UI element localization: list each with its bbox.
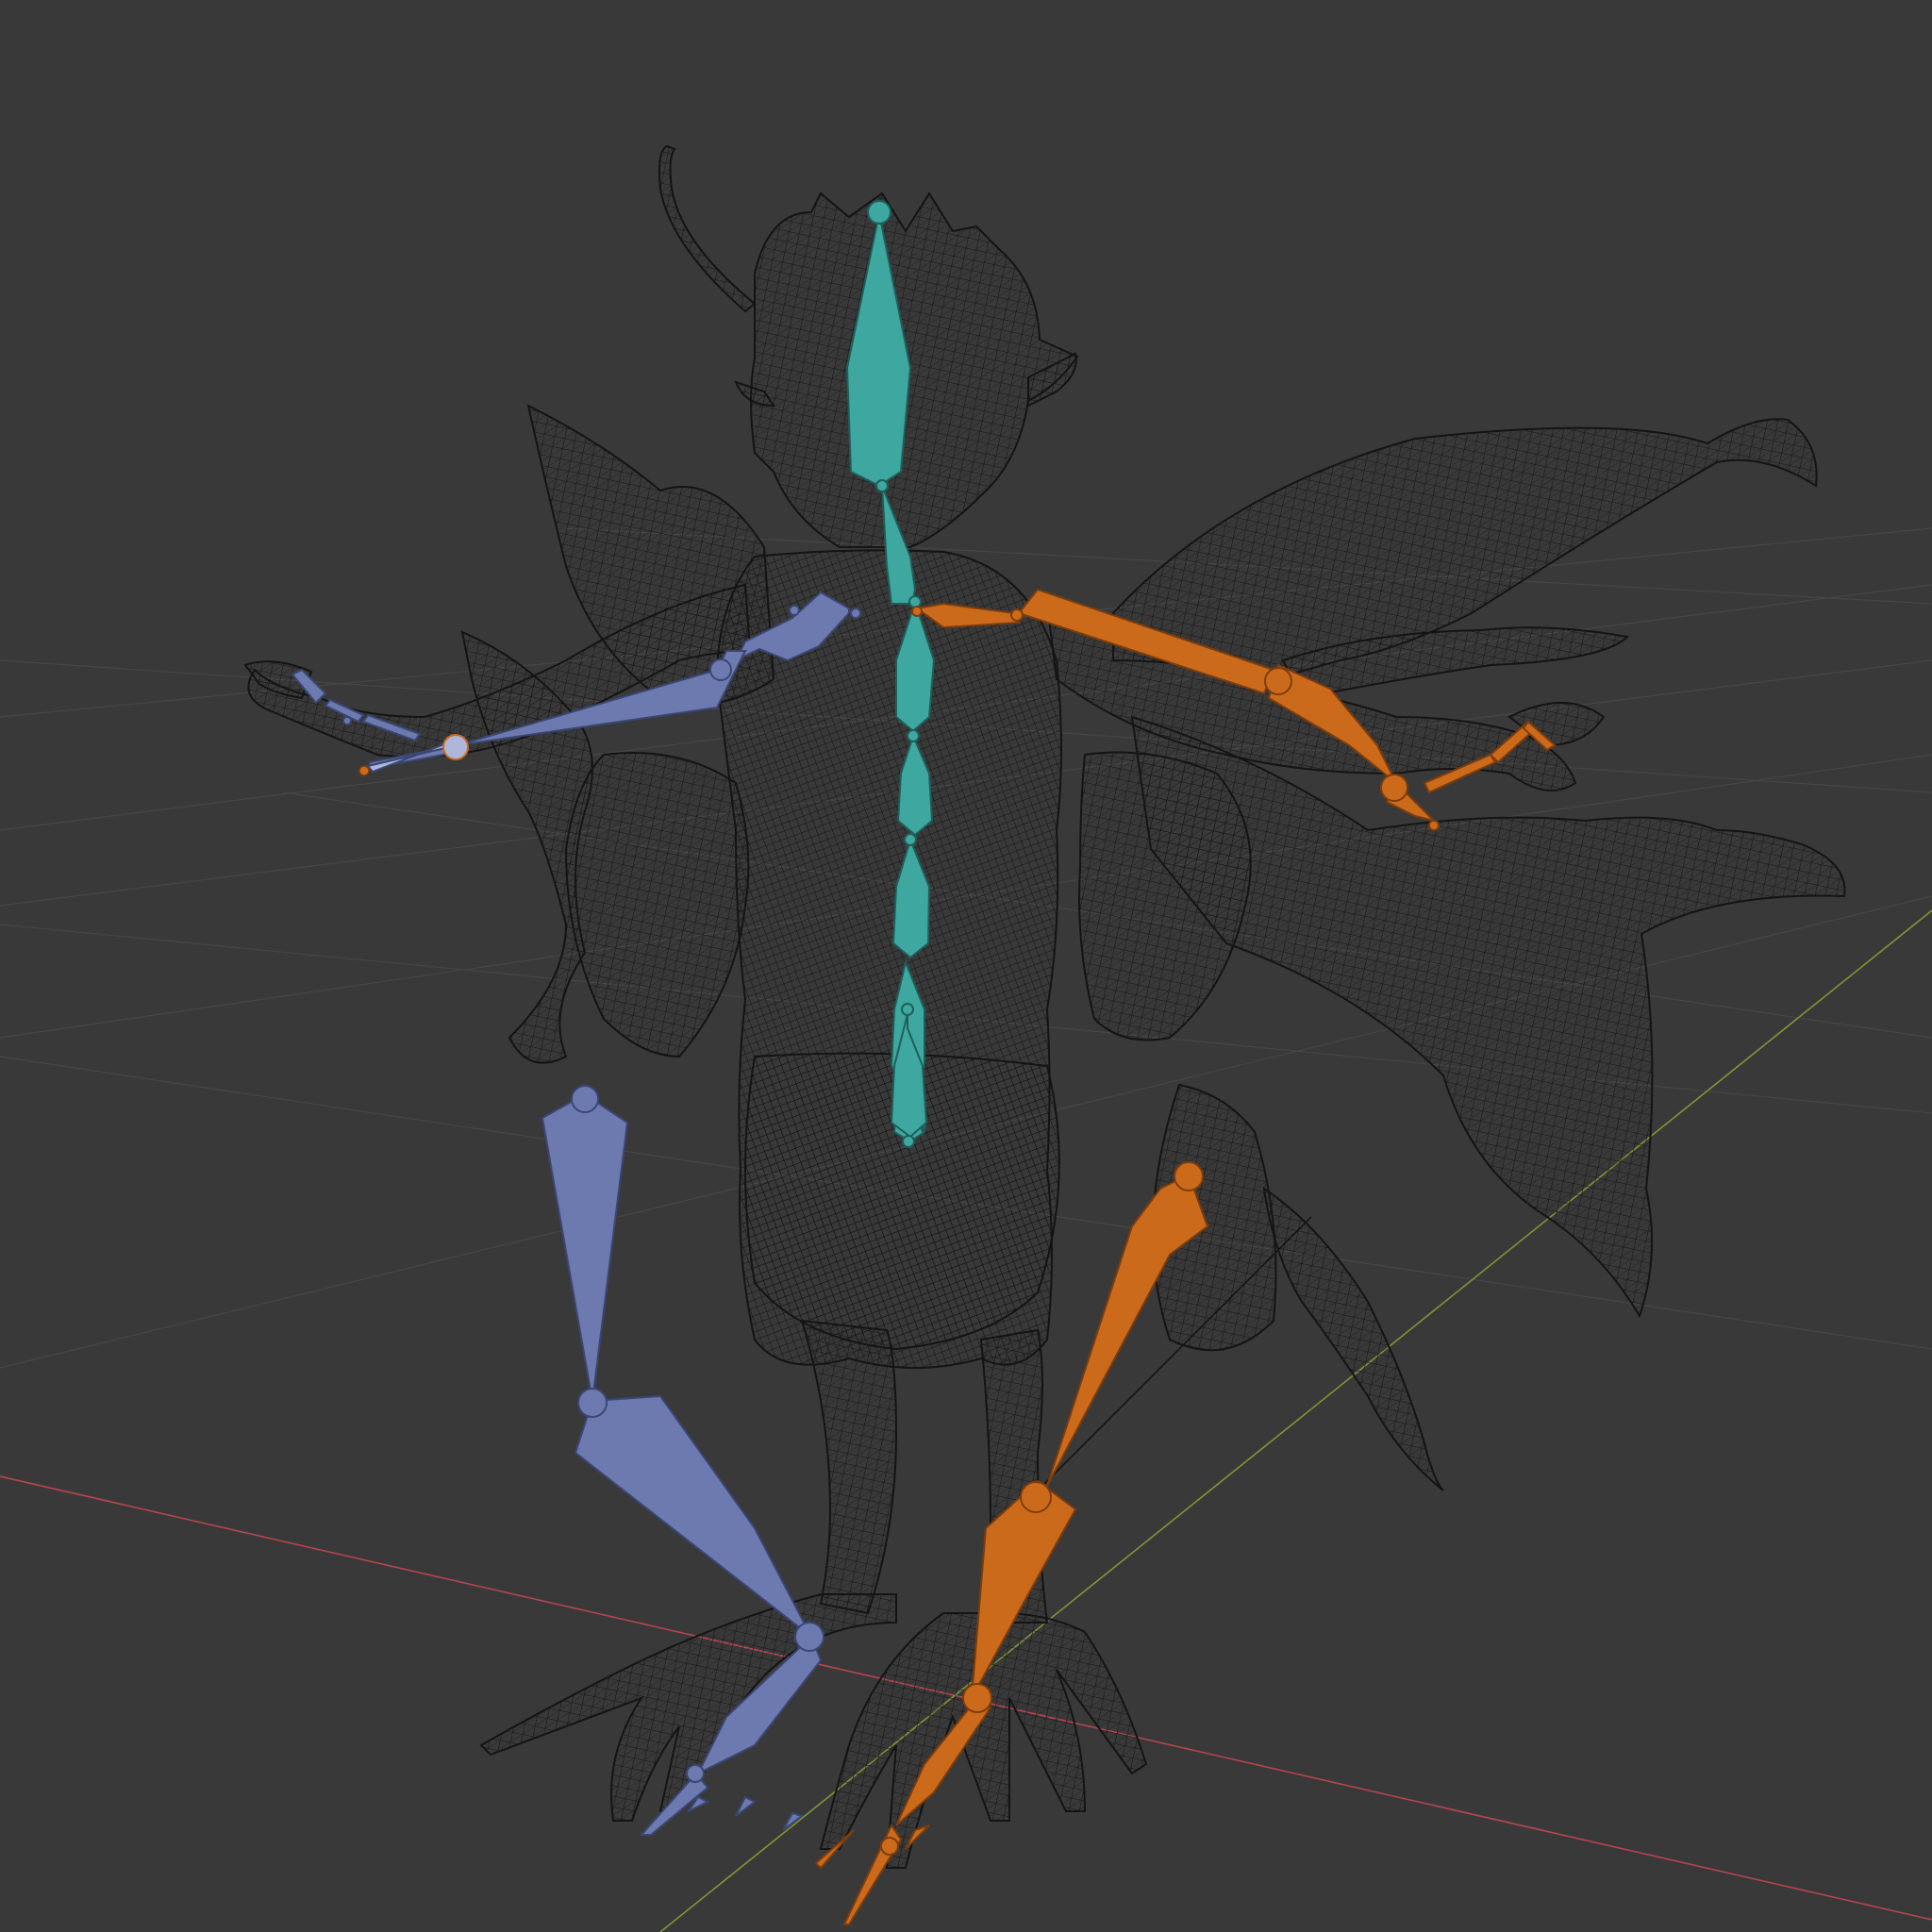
bone-knee-right-joint (1020, 1481, 1052, 1513)
bone-toe-left-4 (782, 1811, 805, 1831)
bone-elbow-left-joint (571, 1085, 599, 1113)
bone-clavicle-right-joint (911, 606, 923, 617)
bone-hip-right-joint (1174, 1161, 1204, 1191)
bone-ankle-right-joint (962, 1683, 992, 1713)
bone-pelvis-joint (902, 1135, 915, 1148)
creature-wireframe-mesh[interactable] (243, 144, 1846, 1869)
bone-toe-left-3 (735, 1795, 757, 1817)
mesh-chest-left (564, 752, 750, 1058)
bone-spine-joint-1 (908, 595, 922, 608)
bone-elbow-right-joint (1264, 667, 1292, 695)
active-bone-joint (442, 734, 469, 760)
bone-shoulder-left-joint (709, 658, 732, 681)
bone-spine-joint-2 (907, 729, 920, 742)
bone-head-joint (867, 200, 891, 225)
viewport-canvas[interactable] (0, 0, 1932, 1932)
bone-wrist-right-joint (1380, 774, 1408, 802)
3d-viewport[interactable] (0, 0, 1932, 1932)
bone-hand-right-tip (1428, 820, 1440, 831)
mesh-tail-right (1262, 1186, 1444, 1491)
mesh-antenna (658, 144, 757, 313)
active-bone-tip (358, 765, 370, 776)
bone-thigh-left (541, 1092, 629, 1402)
bone-shoulder-right-joint (1010, 608, 1024, 622)
bone-spine-joint-4 (901, 1003, 914, 1016)
bone-shin-left (574, 1394, 812, 1638)
bone-clavicle-left-joint (789, 605, 800, 616)
bone-finger-left-joint (342, 716, 352, 725)
bone-toe-left-joint (686, 1764, 705, 1783)
bone-spine-joint-3 (904, 833, 917, 846)
bone-neck-joint (875, 479, 889, 492)
bone-ankle-left-joint (794, 1622, 824, 1652)
bone-toe-right-joint (880, 1837, 899, 1856)
bone-clavicle-left-tip (850, 608, 861, 619)
mesh-leg-left (800, 1319, 898, 1615)
mesh-head (750, 192, 1079, 548)
bone-knee-left-joint (577, 1388, 608, 1418)
mesh-chest-right (1078, 751, 1252, 1041)
